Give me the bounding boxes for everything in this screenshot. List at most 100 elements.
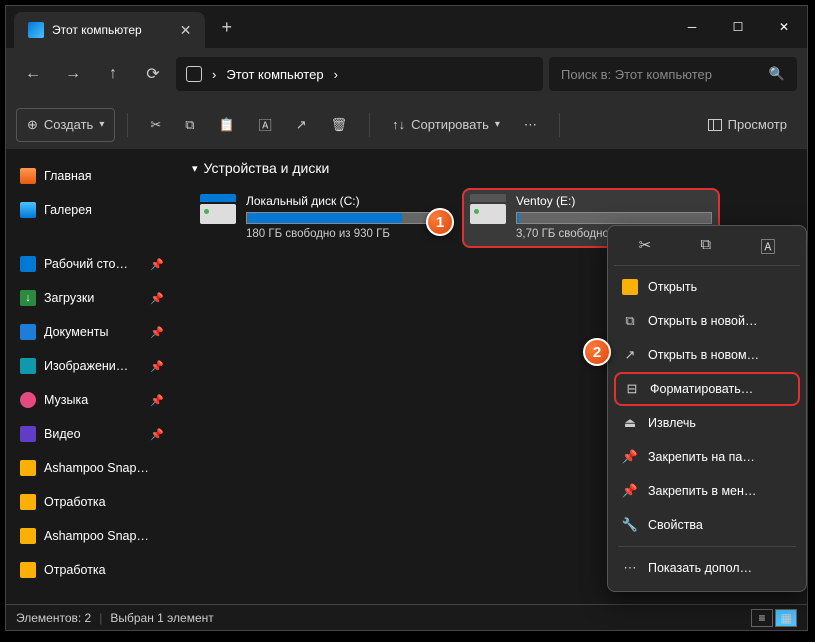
downloads-icon: ↓	[20, 290, 36, 306]
eject-icon: ⏏	[622, 415, 638, 431]
cut-icon[interactable]: ✂	[639, 236, 652, 257]
sidebar-item-desktop[interactable]: Рабочий сто…📌	[12, 248, 172, 280]
paste-icon: 📋	[219, 117, 235, 133]
sidebar-item-folder[interactable]: Ashampoo Snap…	[12, 452, 172, 484]
sort-button[interactable]: ↑↓ Сортировать ▾	[382, 108, 510, 142]
properties-icon: 🔧	[622, 517, 638, 533]
sidebar-item-downloads[interactable]: ↓Загрузки📌	[12, 282, 172, 314]
chevron-right-icon: ›	[334, 67, 338, 82]
sidebar-item-home[interactable]: Главная	[12, 160, 172, 192]
folder-icon	[20, 562, 36, 578]
ctx-pin-taskbar[interactable]: 📌Закрепить на па…	[614, 440, 800, 474]
pin-icon: 📌	[150, 326, 164, 339]
divider	[127, 113, 128, 137]
search-placeholder: Поиск в: Этот компьютер	[561, 67, 712, 82]
ctx-open-new-tab[interactable]: ⧉Открыть в новой…	[614, 304, 800, 338]
ctx-pin-start[interactable]: 📌Закрепить в мен…	[614, 474, 800, 508]
folder-icon	[20, 494, 36, 510]
chevron-down-icon: ▾	[99, 119, 104, 130]
ctx-show-more[interactable]: ⋯Показать допол…	[614, 551, 800, 585]
pictures-icon	[20, 358, 36, 374]
create-button[interactable]: ⊕ Создать ▾	[16, 108, 115, 142]
sidebar-item-videos[interactable]: Видео📌	[12, 418, 172, 450]
ctx-format[interactable]: ⊟Форматировать…	[614, 372, 800, 406]
sidebar-item-gallery[interactable]: Галерея	[12, 194, 172, 226]
drive-c[interactable]: Локальный диск (C:) 180 ГБ свободно из 9…	[192, 188, 450, 248]
close-button[interactable]: ✕	[761, 6, 807, 48]
context-quickbar: ✂ ⧉ 🄰	[614, 232, 800, 266]
folder-icon	[20, 528, 36, 544]
maximize-button[interactable]: ☐	[715, 6, 761, 48]
tab-this-pc[interactable]: Этот компьютер ✕	[14, 12, 205, 48]
breadcrumb[interactable]: › Этот компьютер ›	[176, 57, 543, 91]
ctx-open[interactable]: Открыть	[614, 270, 800, 304]
new-tab-icon: ⧉	[622, 313, 638, 329]
divider	[369, 113, 370, 137]
rename-button[interactable]: 🄰	[249, 108, 282, 142]
more-icon: ⋯	[622, 560, 638, 576]
drive-name: Локальный диск (C:)	[246, 194, 442, 208]
minimize-button[interactable]: ─	[669, 6, 715, 48]
new-tab-button[interactable]: +	[221, 17, 232, 38]
tab-title: Этот компьютер	[52, 23, 142, 37]
usb-drive-icon	[470, 194, 506, 224]
delete-button[interactable]: 🗑	[321, 108, 358, 142]
separator	[618, 546, 796, 547]
drive-name: Ventoy (E:)	[516, 194, 712, 208]
ctx-eject[interactable]: ⏏Извлечь	[614, 406, 800, 440]
tiles-view-button[interactable]: ▦	[775, 609, 797, 627]
toolbar: ⊕ Создать ▾ ✂ ⧉ 📋 🄰 ↗ 🗑 ↑↓ Сортировать ▾…	[6, 100, 807, 150]
list-view-button[interactable]: ≡	[751, 609, 773, 627]
music-icon	[20, 392, 36, 408]
more-button[interactable]: ⋯	[514, 108, 547, 142]
paste-button[interactable]: 📋	[209, 108, 245, 142]
breadcrumb-segment[interactable]: Этот компьютер	[226, 67, 323, 82]
annotation-marker-1: 1	[426, 208, 454, 236]
forward-button[interactable]: →	[56, 57, 90, 91]
up-button[interactable]: ↑	[96, 57, 130, 91]
main-content: ▾ Устройства и диски Локальный диск (C:)…	[178, 150, 807, 606]
divider	[559, 113, 560, 137]
sidebar-item-music[interactable]: Музыка📌	[12, 384, 172, 416]
sidebar-item-folder[interactable]: Ashampoo Snap…	[12, 520, 172, 552]
chevron-right-icon: ›	[212, 67, 216, 82]
format-icon: ⊟	[624, 381, 640, 397]
sidebar-item-folder[interactable]: Отработка	[12, 554, 172, 586]
new-window-icon: ↗	[622, 347, 638, 363]
context-menu: ✂ ⧉ 🄰 Открыть ⧉Открыть в новой… ↗Открыть…	[607, 225, 807, 592]
copy-button[interactable]: ⧉	[175, 108, 204, 142]
rename-icon[interactable]: 🄰	[760, 236, 775, 257]
refresh-button[interactable]: ⟳	[136, 57, 170, 91]
section-header[interactable]: ▾ Устройства и диски	[192, 160, 793, 176]
view-button[interactable]: Просмотр	[698, 108, 797, 142]
sidebar-item-documents[interactable]: Документы📌	[12, 316, 172, 348]
close-tab-icon[interactable]: ✕	[180, 22, 192, 39]
status-item-count: Элементов: 2	[16, 611, 91, 625]
sidebar-item-pictures[interactable]: Изображени…📌	[12, 350, 172, 382]
sort-icon: ↑↓	[392, 117, 405, 132]
delete-icon: 🗑	[331, 117, 348, 133]
view-toggle: ≡ ▦	[751, 609, 797, 627]
copy-icon[interactable]: ⧉	[700, 236, 711, 257]
share-icon: ↗	[296, 117, 307, 133]
details-pane-icon	[708, 119, 722, 131]
ctx-open-new-window[interactable]: ↗Открыть в новом…	[614, 338, 800, 372]
drive-capacity-bar	[246, 212, 442, 224]
pin-icon: 📌	[150, 360, 164, 373]
folder-icon	[622, 279, 638, 295]
share-button[interactable]: ↗	[286, 108, 317, 142]
cut-button[interactable]: ✂	[140, 108, 171, 142]
rename-icon: 🄰	[259, 115, 272, 134]
titlebar: Этот компьютер ✕ + ─ ☐ ✕	[6, 6, 807, 48]
pin-icon: 📌	[150, 394, 164, 407]
search-input[interactable]: Поиск в: Этот компьютер 🔍	[549, 57, 797, 91]
pin-icon: 📌	[150, 258, 164, 271]
drive-space: 180 ГБ свободно из 930 ГБ	[246, 228, 442, 240]
sidebar-item-folder[interactable]: Отработка	[12, 486, 172, 518]
cut-icon: ✂	[150, 117, 161, 133]
ctx-properties[interactable]: 🔧Свойства	[614, 508, 800, 542]
address-bar: ← → ↑ ⟳ › Этот компьютер › Поиск в: Этот…	[6, 48, 807, 100]
desktop-icon	[20, 256, 36, 272]
sidebar: Главная Галерея Рабочий сто…📌 ↓Загрузки📌…	[6, 150, 178, 606]
back-button[interactable]: ←	[16, 57, 50, 91]
